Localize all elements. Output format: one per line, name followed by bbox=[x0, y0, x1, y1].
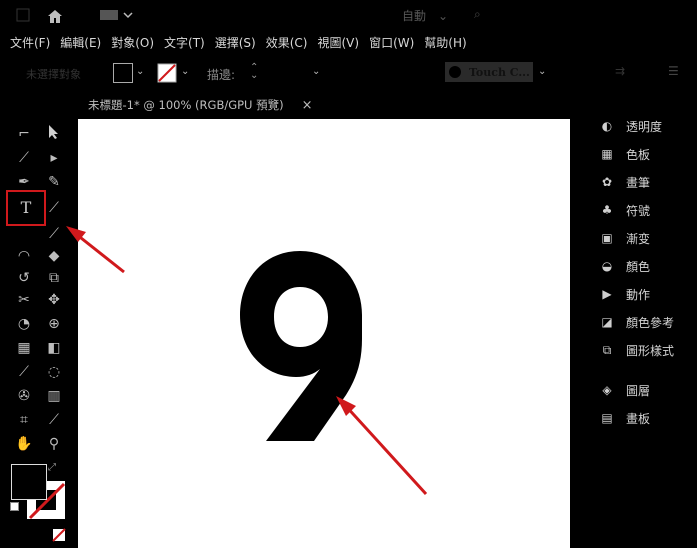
workspace-label: 自動 bbox=[402, 9, 427, 23]
mesh-tool-icon[interactable]: ▦ bbox=[14, 338, 34, 358]
shape-builder-tool-icon[interactable]: ◔ bbox=[14, 314, 34, 334]
menu-view[interactable]: 視圖(V) bbox=[317, 34, 359, 51]
slice-tool-icon[interactable]: ⌗ bbox=[14, 410, 34, 430]
actions-icon: ▶ bbox=[602, 287, 612, 301]
panel-graphic-styles[interactable]: ⧉ 圖形樣式 bbox=[598, 340, 674, 360]
menu-bar: 文件(F) 編輯(E) 對象(O) 文字(T) 選擇(S) 效果(C) 視圖(V… bbox=[0, 30, 697, 54]
scale-tool-icon[interactable]: ⧉ bbox=[44, 268, 64, 288]
artboard-tool-2-icon[interactable]: ⟋ bbox=[44, 410, 64, 430]
fill-color-swatch[interactable] bbox=[113, 63, 133, 83]
symbols-icon: ♣ bbox=[601, 203, 613, 217]
arrange-documents-icon[interactable] bbox=[100, 8, 134, 25]
panel-symbols[interactable]: ♣ 符號 bbox=[598, 200, 650, 220]
panel-color-guide[interactable]: ◪ 顏色參考 bbox=[598, 312, 674, 332]
gradient-icon: ▣ bbox=[601, 231, 613, 245]
panel-menu-icon[interactable]: ☰ bbox=[668, 64, 679, 78]
menu-edit[interactable]: 編輯(E) bbox=[60, 34, 101, 51]
pencil-tool-icon[interactable]: ✎ bbox=[44, 172, 64, 192]
align-panel-icon[interactable]: ⇉ bbox=[615, 64, 625, 78]
symbol-sprayer-tool-icon[interactable]: ✇ bbox=[14, 386, 34, 406]
eraser-tool-icon[interactable]: ◆ bbox=[44, 246, 64, 266]
stroke-weight-stepper[interactable]: ⌃ ⌄ bbox=[250, 63, 258, 81]
panel-actions[interactable]: ▶ 動作 bbox=[598, 284, 650, 304]
rectangle-tool-icon[interactable]: ⟋ bbox=[44, 224, 64, 244]
pen-tool-icon[interactable]: ✒ bbox=[14, 172, 34, 192]
brush-label: Touch C... bbox=[469, 65, 530, 79]
artwork-digit-nine[interactable] bbox=[78, 119, 570, 548]
stroke-dropdown-icon[interactable]: ⌄ bbox=[181, 66, 189, 77]
brush-dot-icon bbox=[449, 66, 461, 78]
default-colors-icon[interactable] bbox=[10, 502, 19, 511]
ai-logo-icon bbox=[16, 8, 30, 22]
tools-panel: ⌐ ⟋ ▸ ✒ ✎ T ⟋ ⟋ ◠ ◆ ↺ ⧉ ✂ ✥ ◔ ⊕ ▦ ◧ ⟋ ◌ … bbox=[6, 120, 72, 548]
menu-window[interactable]: 窗口(W) bbox=[369, 34, 414, 51]
brush-definition-dropdown[interactable]: Touch C... bbox=[445, 62, 533, 82]
panel-color[interactable]: ◒ 顏色 bbox=[598, 256, 650, 276]
artboard-canvas[interactable]: 9 bbox=[78, 119, 570, 548]
panel-dock: ◐ 透明度 ▦ 色板 ✿ 畫筆 ♣ 符號 ▣ 漸变 ◒ 顏色 ▶ 動作 ◪ 顏色… bbox=[598, 112, 697, 442]
type-tool-icon[interactable]: T bbox=[16, 198, 36, 218]
blend-tool-icon[interactable]: ◌ bbox=[44, 362, 64, 382]
free-transform-tool-icon[interactable]: ✥ bbox=[44, 290, 64, 310]
menu-help[interactable]: 幫助(H) bbox=[424, 34, 466, 51]
home-icon[interactable] bbox=[46, 8, 64, 27]
swatches-icon: ▦ bbox=[601, 147, 613, 161]
rotate-tool-icon[interactable]: ↺ bbox=[14, 268, 34, 288]
title-bar: 自動 ⌄ ⌕ bbox=[0, 0, 697, 30]
stroke-color-swatch[interactable] bbox=[157, 63, 177, 86]
panel-layers[interactable]: ◈ 圖層 bbox=[598, 380, 650, 400]
transparency-icon: ◐ bbox=[601, 119, 613, 133]
search-icon[interactable]: ⌕ bbox=[474, 7, 481, 22]
color-panel-icon: ◒ bbox=[601, 259, 613, 273]
shaper-tool-icon[interactable]: ◠ bbox=[14, 246, 34, 266]
direct-selection-tool-icon[interactable]: ▸ bbox=[44, 148, 64, 168]
menu-select[interactable]: 選擇(S) bbox=[215, 34, 256, 51]
panel-artboards[interactable]: ▤ 畫板 bbox=[598, 408, 650, 428]
panel-transparency[interactable]: ◐ 透明度 bbox=[598, 116, 662, 136]
document-tab-title: 未標題-1* @ 100% (RGB/GPU 預覽) bbox=[88, 98, 284, 112]
control-bar: 未選擇對象 ⌄ ⌄ 描邊: ⌃ ⌄ ⌄ Touch C... ⌄ ⇉ ☰ bbox=[0, 58, 697, 88]
line-segment-tool-icon[interactable]: ⟋ bbox=[44, 198, 64, 218]
layers-icon: ◈ bbox=[602, 383, 612, 397]
selection-tool-icon[interactable] bbox=[44, 124, 64, 144]
artboard-tool-icon[interactable]: ⌐ bbox=[14, 124, 34, 144]
menu-file[interactable]: 文件(F) bbox=[10, 34, 50, 51]
fill-dropdown-icon[interactable]: ⌄ bbox=[136, 66, 144, 77]
width-tool-icon[interactable]: ✂ bbox=[14, 290, 34, 310]
close-icon[interactable]: × bbox=[302, 98, 313, 113]
column-graph-tool-icon[interactable]: ▥ bbox=[44, 386, 64, 406]
panel-swatches[interactable]: ▦ 色板 bbox=[598, 144, 650, 164]
chevron-down-icon: ⌄ bbox=[438, 8, 449, 23]
workspace-switcher[interactable]: 自動 ⌄ bbox=[402, 7, 448, 24]
none-color-icon[interactable] bbox=[52, 528, 66, 545]
stroke-weight-dropdown-icon[interactable]: ⌄ bbox=[312, 66, 320, 77]
panel-gradient[interactable]: ▣ 漸变 bbox=[598, 228, 650, 248]
document-tab[interactable]: 未標題-1* @ 100% (RGB/GPU 預覽) × bbox=[78, 93, 578, 117]
perspective-grid-tool-icon[interactable]: ⊕ bbox=[44, 314, 64, 334]
menu-object[interactable]: 對象(O) bbox=[111, 34, 154, 51]
graphic-styles-icon: ⧉ bbox=[602, 342, 612, 357]
menu-type[interactable]: 文字(T) bbox=[164, 34, 205, 51]
gradient-tool-icon[interactable]: ◧ bbox=[44, 338, 64, 358]
artboards-icon: ▤ bbox=[601, 411, 613, 425]
brush-dropdown-icon[interactable]: ⌄ bbox=[538, 66, 546, 77]
swap-fill-stroke-icon[interactable]: ⤢ bbox=[48, 462, 56, 473]
no-selection-label: 未選擇對象 bbox=[26, 68, 81, 81]
panel-brushes[interactable]: ✿ 畫筆 bbox=[598, 172, 650, 192]
color-guide-icon: ◪ bbox=[601, 315, 613, 329]
menu-effect[interactable]: 效果(C) bbox=[266, 34, 308, 51]
eyedropper-tool-icon[interactable]: ⟋ bbox=[14, 362, 34, 382]
magic-wand-tool-icon[interactable]: ⟋ bbox=[14, 148, 34, 168]
zoom-tool-icon[interactable]: ⚲ bbox=[44, 434, 64, 454]
hand-tool-icon[interactable]: ✋ bbox=[14, 434, 34, 454]
stroke-weight-label: 描邊: bbox=[207, 68, 236, 82]
brushes-icon: ✿ bbox=[601, 175, 613, 189]
fill-swatch[interactable] bbox=[11, 464, 47, 500]
